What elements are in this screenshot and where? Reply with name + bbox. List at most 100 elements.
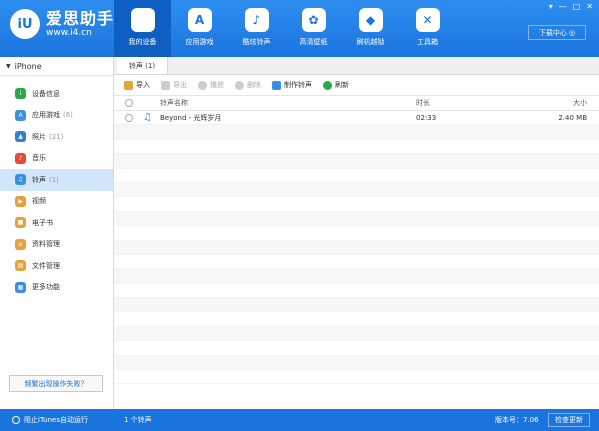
import-icon	[124, 80, 133, 90]
nav-item-0[interactable]: 我的设备	[114, 0, 171, 57]
triangle-down-icon: ▼	[6, 62, 11, 70]
itunes-block-label: 阻止iTunes自动运行	[24, 416, 88, 424]
sidebar-item-9[interactable]: ▦ 更多功能	[0, 277, 113, 299]
logo-icon: iU	[10, 9, 40, 39]
column-size[interactable]: 大小	[573, 96, 587, 110]
sidebar-item-label: 视频	[32, 197, 46, 206]
sidebar-item-7[interactable]: ≡ 资料管理	[0, 234, 113, 256]
delete-icon	[235, 80, 244, 90]
nav-item-1[interactable]: A 应用游戏	[171, 0, 228, 57]
nav-label: 我的设备	[128, 38, 157, 46]
make-ringtone-icon	[272, 80, 281, 90]
nav-label: 应用游戏	[185, 38, 214, 46]
toolbar-button-0[interactable]: 导入	[124, 80, 150, 90]
window-controls: ▾ — □ ✕	[549, 2, 593, 11]
toolbar-button-5[interactable]: 刷新	[323, 80, 349, 90]
dropbox-icon: ◆	[358, 8, 383, 32]
row-checkbox[interactable]	[125, 114, 133, 122]
toolbar-label: 删除	[247, 81, 261, 89]
tools-icon: ✕	[415, 8, 440, 32]
empty-row	[114, 211, 599, 227]
sidebar-item-8[interactable]: ▤ 文件管理	[0, 255, 113, 277]
download-center-button[interactable]: 下载中心 ◎	[528, 25, 586, 40]
toolbar: 导入 导出 播放 删除 制作铃声 刷新	[114, 75, 599, 95]
sidebar-item-6[interactable]: ■ 电子书	[0, 212, 113, 234]
empty-row	[114, 269, 599, 284]
sidebar-item-4[interactable]: ♫ 铃声 (1)	[0, 169, 113, 191]
sidebar-item-3[interactable]: ♪ 音乐	[0, 148, 113, 170]
apps-icon: A	[15, 109, 26, 121]
sidebar-item-count: (1)	[49, 175, 59, 184]
sidebar: ▼ iPhone i 设备信息 A 应用游戏 (6) ▲ 照片 (21) ♪ 音乐 ♫ 铃声 (1) ▶ 视…	[0, 57, 114, 409]
sidebar-item-label: 设备信息	[32, 89, 60, 98]
sidebar-item-1[interactable]: A 应用游戏 (6)	[0, 105, 113, 127]
sidebar-list: i 设备信息 A 应用游戏 (6) ▲ 照片 (21) ♪ 音乐 ♫ 铃声 (1) ▶ 视频 ■ 电子书 ≡ 资料管…	[0, 83, 113, 298]
device-name: iPhone	[14, 61, 42, 71]
itunes-block-toggle[interactable]: 阻止iTunes自动运行	[12, 409, 88, 431]
title-bar: iU 爱思助手 www.i4.cn 我的设备 A 应用游戏 ♪ 酷炫铃声 ✿ 高清壁纸 ◆ 刷机…	[0, 0, 599, 57]
sidebar-item-label: 资料管理	[32, 240, 60, 249]
toolbar-button-4[interactable]: 制作铃声	[272, 80, 312, 90]
empty-row	[114, 284, 599, 299]
sidebar-item-2[interactable]: ▲ 照片 (21)	[0, 126, 113, 148]
column-duration[interactable]: 时长	[416, 96, 430, 110]
nav-label: 高清壁纸	[299, 38, 328, 46]
column-name[interactable]: 铃声名称	[160, 96, 188, 110]
tab-bar: 铃声 (1)	[114, 57, 599, 75]
ringtone-size: 2.40 MB	[558, 113, 587, 122]
tab-ringtones[interactable]: 铃声 (1)	[117, 57, 168, 74]
sidebar-item-label: 照片	[32, 132, 46, 141]
refresh-icon	[323, 80, 332, 90]
sidebar-item-label: 应用游戏	[32, 111, 60, 120]
table-row[interactable]: ♫ Beyond - 光辉岁月 02:33 2.40 MB	[114, 111, 599, 126]
nav-label: 刷机越狱	[356, 38, 385, 46]
contacts-icon: ≡	[15, 238, 26, 250]
nav-item-2[interactable]: ♪ 酷炫铃声	[228, 0, 285, 57]
toolbar-button-2[interactable]: 播放	[198, 80, 224, 90]
maximize-icon[interactable]: □	[573, 2, 581, 11]
photo-icon: ▲	[15, 131, 26, 143]
sidebar-item-5[interactable]: ▶ 视频	[0, 191, 113, 213]
menu-icon[interactable]: ▾	[549, 2, 553, 11]
apple-icon	[130, 8, 155, 32]
empty-row	[114, 255, 599, 270]
help-button[interactable]: 频繁出现操作失败？	[9, 375, 103, 392]
toolbar-button-3[interactable]: 删除	[235, 80, 261, 90]
toolbar-label: 播放	[210, 81, 224, 89]
toolbar-label: 刷新	[335, 81, 349, 89]
check-update-button[interactable]: 检查更新	[548, 413, 590, 427]
version-label: 版本号：7.06	[495, 416, 539, 424]
ringtone-list: ♫ Beyond - 光辉岁月 02:33 2.40 MB	[114, 111, 599, 385]
toolbar-button-1[interactable]: 导出	[161, 80, 187, 90]
video-icon: ▶	[15, 195, 26, 207]
minimize-icon[interactable]: —	[559, 2, 567, 11]
empty-row	[114, 140, 599, 155]
empty-row	[114, 169, 599, 183]
empty-row	[114, 355, 599, 371]
sidebar-item-label: 更多功能	[32, 283, 60, 292]
sidebar-item-label: 铃声	[32, 175, 46, 184]
files-icon: ▤	[15, 260, 26, 272]
toolbar-label: 导出	[173, 81, 187, 89]
empty-row	[114, 182, 599, 198]
empty-row	[114, 312, 599, 327]
main-nav: 我的设备 A 应用游戏 ♪ 酷炫铃声 ✿ 高清壁纸 ◆ 刷机越狱 ✕ 工具箱	[114, 0, 456, 57]
nav-item-5[interactable]: ✕ 工具箱	[399, 0, 456, 57]
sidebar-item-label: 音乐	[32, 154, 46, 163]
close-icon[interactable]: ✕	[586, 2, 593, 11]
select-all-checkbox[interactable]	[125, 99, 133, 107]
empty-row	[114, 370, 599, 385]
sidebar-item-count: (6)	[63, 111, 73, 120]
bell-icon: ♪	[244, 8, 269, 32]
sidebar-item-0[interactable]: i 设备信息	[0, 83, 113, 105]
nav-item-4[interactable]: ◆ 刷机越狱	[342, 0, 399, 57]
toolbar-label: 导入	[136, 81, 150, 89]
main-panel: 铃声 (1) 导入 导出 播放 删除 制作铃声 刷新 铃声名称 时长 大小 ♫ Beyond…	[114, 57, 599, 409]
device-selector[interactable]: ▼ iPhone	[0, 57, 113, 76]
empty-row	[114, 298, 599, 313]
empty-row	[114, 226, 599, 241]
sidebar-item-label: 电子书	[32, 218, 53, 227]
nav-item-3[interactable]: ✿ 高清壁纸	[285, 0, 342, 57]
table-header: 铃声名称 时长 大小	[114, 95, 599, 111]
ebook-icon: ■	[15, 217, 26, 229]
